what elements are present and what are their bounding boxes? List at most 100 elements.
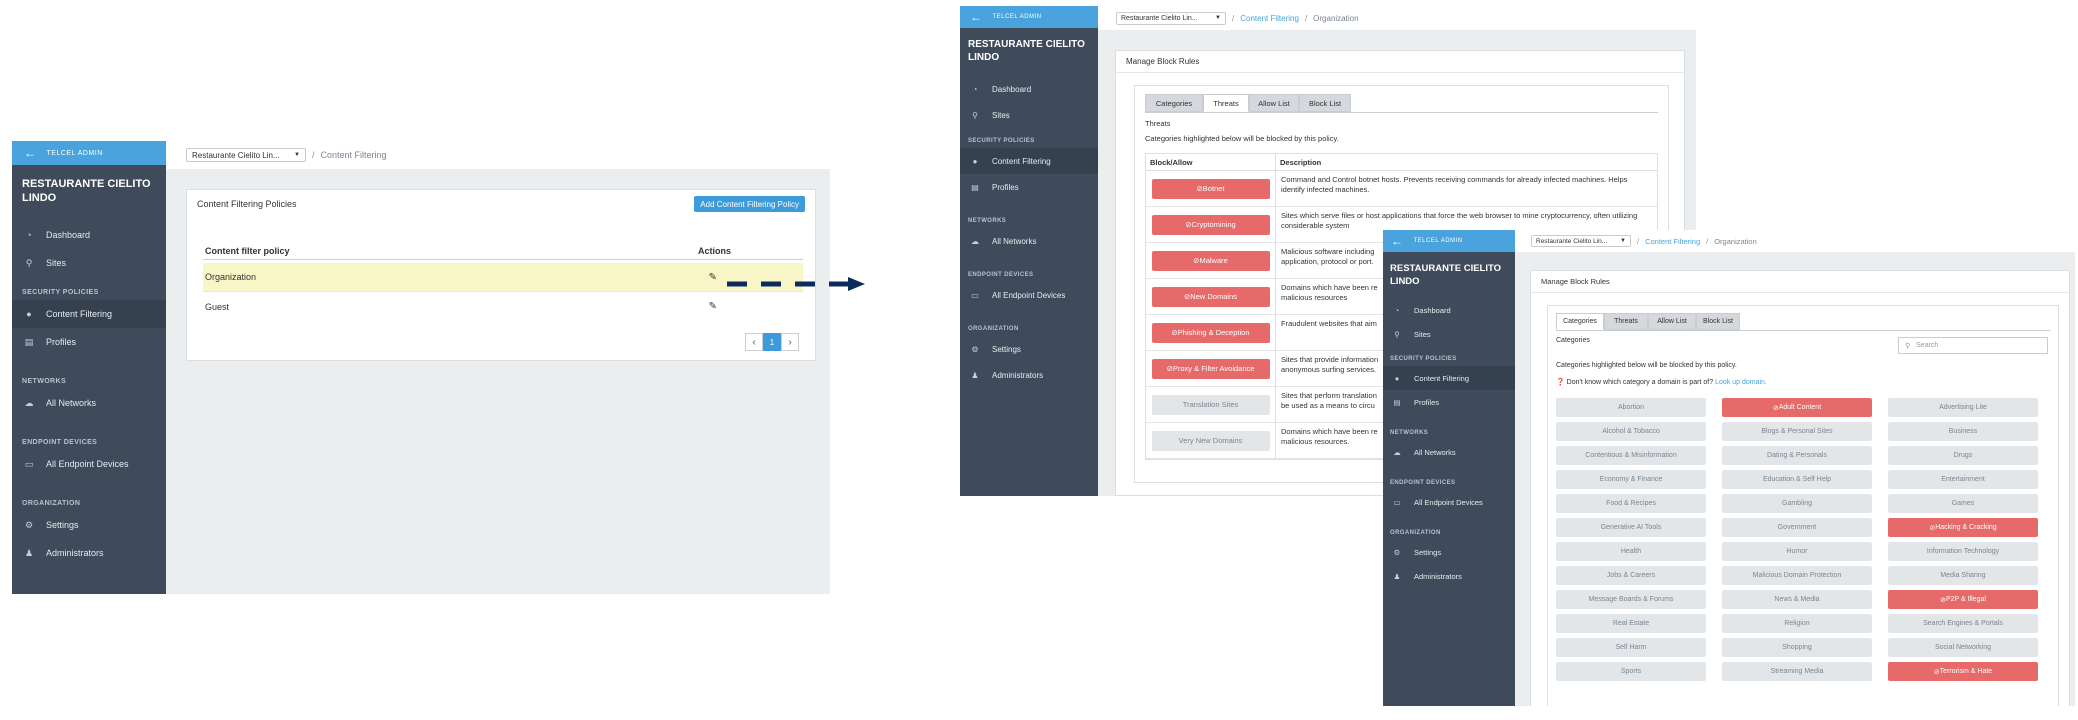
admin-back-label: TELCEL ADMIN	[1413, 238, 1463, 244]
panel-title: Manage Block Rules	[1531, 271, 2069, 293]
category-toggle-33[interactable]: Sports	[1556, 662, 1706, 681]
sidebar-item-all-endpoint-devices[interactable]: ▭ All Endpoint Devices	[12, 450, 166, 478]
sidebar-item-settings[interactable]: ⚙ Settings	[12, 511, 166, 539]
category-label: Hacking & Cracking	[1935, 524, 1997, 531]
sidebar-item-dashboard[interactable]: ◔ Dashboard	[12, 221, 166, 249]
category-toggle-7[interactable]: Dating & Personals	[1722, 446, 1872, 465]
admin-back-link[interactable]: ← TELCEL ADMIN	[1383, 230, 1515, 252]
category-toggle-1[interactable]: ⊘ Adult Content	[1722, 398, 1872, 417]
sidebar-item-all-networks[interactable]: ☁ All Networks	[960, 228, 1098, 254]
sidebar-item-all-networks[interactable]: ☁ All Networks	[1383, 440, 1515, 464]
next-page-button[interactable]: ›	[781, 333, 799, 351]
category-toggle-35[interactable]: ⊘ Terrorism & Hate	[1888, 662, 2038, 681]
site-select[interactable]: Restaurante Cielito Lin... ▼	[1116, 11, 1226, 25]
search-box[interactable]: ⚲ Search	[1898, 337, 2048, 354]
category-toggle-34[interactable]: Streaming Media	[1722, 662, 1872, 681]
category-toggle-21[interactable]: Jobs & Careers	[1556, 566, 1706, 585]
tab-threats[interactable]: Threats	[1203, 94, 1249, 112]
category-toggle-26[interactable]: ⊘ P2P & Illegal	[1888, 590, 2038, 609]
category-toggle-24[interactable]: Message Boards & Forums	[1556, 590, 1706, 609]
category-toggle-29[interactable]: Search Engines & Portals	[1888, 614, 2038, 633]
edit-icon[interactable]: ✎	[709, 301, 717, 312]
category-toggle-14[interactable]: Games	[1888, 494, 2038, 513]
sidebar-item-content-filtering[interactable]: ● Content Filtering	[960, 148, 1098, 174]
breadcrumb-link[interactable]: Content Filtering	[1645, 237, 1700, 246]
page-1-button[interactable]: 1	[763, 333, 781, 351]
category-toggle-13[interactable]: Gambling	[1722, 494, 1872, 513]
threat-toggle-0[interactable]: ⊘ Botnet	[1151, 178, 1270, 199]
sidebar-item-all-networks[interactable]: ☁ All Networks	[12, 389, 166, 417]
category-toggle-2[interactable]: Advertising Lite	[1888, 398, 2038, 417]
category-toggle-0[interactable]: Abortion	[1556, 398, 1706, 417]
category-toggle-19[interactable]: Humor	[1722, 542, 1872, 561]
category-toggle-31[interactable]: Shopping	[1722, 638, 1872, 657]
sidebar-item-settings[interactable]: ⚙ Settings	[960, 336, 1098, 362]
sidebar-item-profiles[interactable]: ▤ Profiles	[12, 328, 166, 356]
category-toggle-32[interactable]: Social Networking	[1888, 638, 2038, 657]
lookup-domain-link[interactable]: Look up domain.	[1715, 379, 1767, 386]
sidebar-item-dashboard[interactable]: ◔ Dashboard	[1383, 298, 1515, 322]
add-policy-button[interactable]: Add Content Filtering Policy	[694, 196, 805, 212]
site-select[interactable]: Restaurante Cielito Lin... ▼	[186, 148, 306, 162]
threat-toggle-4[interactable]: ⊘ Phishing & Deception	[1151, 322, 1270, 343]
category-toggle-16[interactable]: Government	[1722, 518, 1872, 537]
admin-back-link[interactable]: ← TELCEL ADMIN	[960, 6, 1098, 28]
tab-allow-list[interactable]: Allow List	[1249, 94, 1299, 112]
threat-toggle-6[interactable]: Translation Sites	[1151, 394, 1270, 415]
sidebar-item-sites[interactable]: ⚲ Sites	[1383, 322, 1515, 346]
category-toggle-15[interactable]: Generative AI Tools	[1556, 518, 1706, 537]
category-toggle-22[interactable]: Malicious Domain Protection	[1722, 566, 1872, 585]
sidebar-item-label: All Endpoint Devices	[1414, 497, 1483, 507]
sidebar-item-sites[interactable]: ⚲ Sites	[12, 249, 166, 277]
tab-categories[interactable]: Categories	[1145, 94, 1203, 112]
site-select[interactable]: Restaurante Cielito Lin... ▼	[1531, 235, 1631, 247]
sidebar-item-administrators[interactable]: ♟ Administrators	[960, 362, 1098, 388]
sidebar-item-dashboard[interactable]: ◔ Dashboard	[960, 76, 1098, 102]
category-toggle-3[interactable]: Alcohol & Tobacco	[1556, 422, 1706, 441]
threat-toggle-2[interactable]: ⊘ Malware	[1151, 250, 1270, 271]
sidebar-item-profiles[interactable]: ▤ Profiles	[960, 174, 1098, 200]
category-toggle-9[interactable]: Economy & Finance	[1556, 470, 1706, 489]
category-toggle-30[interactable]: Self Harm	[1556, 638, 1706, 657]
edit-icon[interactable]: ✎	[709, 272, 717, 283]
sidebar-item-content-filtering[interactable]: ● Content Filtering	[1383, 366, 1515, 390]
category-toggle-25[interactable]: News & Media	[1722, 590, 1872, 609]
tab-categories[interactable]: Categories	[1556, 313, 1604, 330]
category-label: Contentious & Misinformation	[1585, 452, 1677, 459]
category-toggle-18[interactable]: Health	[1556, 542, 1706, 561]
category-toggle-17[interactable]: ⊘ Hacking & Cracking	[1888, 518, 2038, 537]
tab-threats[interactable]: Threats	[1604, 313, 1648, 330]
sidebar-item-profiles[interactable]: ▤ Profiles	[1383, 390, 1515, 414]
admin-back-link[interactable]: ← TELCEL ADMIN	[12, 141, 166, 165]
category-toggle-5[interactable]: Business	[1888, 422, 2038, 441]
sidebar-item-content-filtering[interactable]: ● Content Filtering	[12, 300, 166, 328]
category-toggle-28[interactable]: Religion	[1722, 614, 1872, 633]
sidebar-item-administrators[interactable]: ♟ Administrators	[1383, 564, 1515, 588]
category-toggle-10[interactable]: Education & Self Help	[1722, 470, 1872, 489]
category-toggle-12[interactable]: Food & Recipes	[1556, 494, 1706, 513]
tab-block-list[interactable]: Block List	[1299, 94, 1351, 112]
sidebar-item-sites[interactable]: ⚲ Sites	[960, 102, 1098, 128]
category-toggle-11[interactable]: Entertainment	[1888, 470, 2038, 489]
tab-block-list[interactable]: Block List	[1696, 313, 1740, 330]
threat-toggle-7[interactable]: Very New Domains	[1151, 430, 1270, 451]
sidebar-item-all-endpoint-devices[interactable]: ▭ All Endpoint Devices	[1383, 490, 1515, 514]
category-toggle-23[interactable]: Media Sharing	[1888, 566, 2038, 585]
category-toggle-8[interactable]: Drugs	[1888, 446, 2038, 465]
table-row-guest[interactable]: Guest ✎	[203, 292, 803, 321]
sidebar-item-settings[interactable]: ⚙ Settings	[1383, 540, 1515, 564]
sidebar-item-all-endpoint-devices[interactable]: ▭ All Endpoint Devices	[960, 282, 1098, 308]
threat-toggle-5[interactable]: ⊘ Proxy & Filter Avoidance	[1151, 358, 1270, 379]
threat-toggle-3[interactable]: ⊘ New Domains	[1151, 286, 1270, 307]
tab-allow-list[interactable]: Allow List	[1648, 313, 1696, 330]
category-toggle-4[interactable]: Blogs & Personal Sites	[1722, 422, 1872, 441]
category-toggle-27[interactable]: Real Estate	[1556, 614, 1706, 633]
sidebar-item-administrators[interactable]: ♟ Administrators	[12, 539, 166, 567]
table-row-organization[interactable]: Organization ✎	[203, 263, 803, 292]
threat-toggle-1[interactable]: ⊘ Cryptomining	[1151, 214, 1270, 235]
category-toggle-20[interactable]: Information Technology	[1888, 542, 2038, 561]
screenshot-content-filtering-policies: ← TELCEL ADMIN RESTAURANTE CIELITO LINDO…	[12, 141, 830, 594]
prev-page-button[interactable]: ‹	[745, 333, 763, 351]
category-toggle-6[interactable]: Contentious & Misinformation	[1556, 446, 1706, 465]
breadcrumb-link[interactable]: Content Filtering	[1240, 14, 1299, 23]
